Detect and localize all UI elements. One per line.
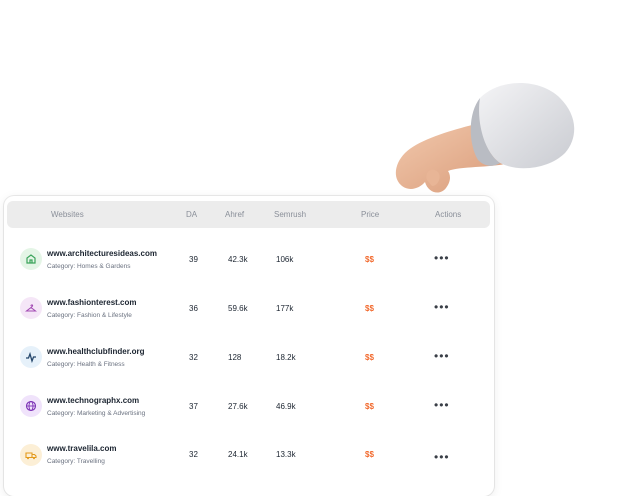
- website-link[interactable]: www.architecturesideas.com: [47, 249, 157, 258]
- header-semrush[interactable]: Semrush: [274, 210, 306, 219]
- da-value: 39: [189, 255, 198, 264]
- row-actions-menu-icon[interactable]: •••: [434, 349, 450, 363]
- price-value: $$: [365, 450, 374, 459]
- da-value: 32: [189, 353, 198, 362]
- ahref-value: 128: [228, 353, 242, 362]
- semrush-value: 177k: [276, 304, 294, 313]
- home-garden-icon: [20, 248, 42, 270]
- website-category: Category: Travelling: [47, 458, 105, 465]
- row-actions-menu-icon[interactable]: •••: [434, 300, 450, 314]
- ahref-value: 42.3k: [228, 255, 248, 264]
- website-link[interactable]: www.healthclubfinder.org: [47, 347, 145, 356]
- da-value: 32: [189, 450, 198, 459]
- globe-icon: [20, 395, 42, 417]
- truck-icon: [20, 444, 42, 466]
- website-category: Category: Health & Fitness: [47, 361, 125, 368]
- hand-illustration: [395, 83, 575, 193]
- website-link[interactable]: www.technographx.com: [47, 396, 139, 405]
- ahref-value: 24.1k: [228, 450, 248, 459]
- semrush-value: 106k: [276, 255, 294, 264]
- ahref-value: 59.6k: [228, 304, 248, 313]
- row-actions-menu-icon[interactable]: •••: [434, 398, 450, 412]
- website-category: Category: Fashion & Lifestyle: [47, 312, 132, 319]
- semrush-value: 46.9k: [276, 402, 296, 411]
- da-value: 36: [189, 304, 198, 313]
- header-da[interactable]: DA: [186, 210, 197, 219]
- header-actions[interactable]: Actions: [435, 210, 461, 219]
- price-value: $$: [365, 402, 374, 411]
- website-category: Category: Marketing & Advertising: [47, 410, 146, 417]
- hanger-icon: [20, 297, 42, 319]
- price-value: $$: [365, 353, 374, 362]
- website-link[interactable]: www.fashionterest.com: [47, 298, 137, 307]
- semrush-value: 18.2k: [276, 353, 296, 362]
- website-category: Category: Homes & Gardens: [47, 263, 131, 270]
- pulse-icon: [20, 346, 42, 368]
- header-price[interactable]: Price: [361, 210, 379, 219]
- header-websites[interactable]: Websites: [51, 210, 84, 219]
- header-ahref[interactable]: Ahref: [225, 210, 244, 219]
- website-link[interactable]: www.travelila.com: [47, 444, 117, 453]
- semrush-value: 13.3k: [276, 450, 296, 459]
- price-value: $$: [365, 255, 374, 264]
- row-actions-menu-icon[interactable]: •••: [434, 251, 450, 265]
- price-value: $$: [365, 304, 374, 313]
- row-actions-menu-icon[interactable]: •••: [434, 450, 450, 464]
- da-value: 37: [189, 402, 198, 411]
- ahref-value: 27.6k: [228, 402, 248, 411]
